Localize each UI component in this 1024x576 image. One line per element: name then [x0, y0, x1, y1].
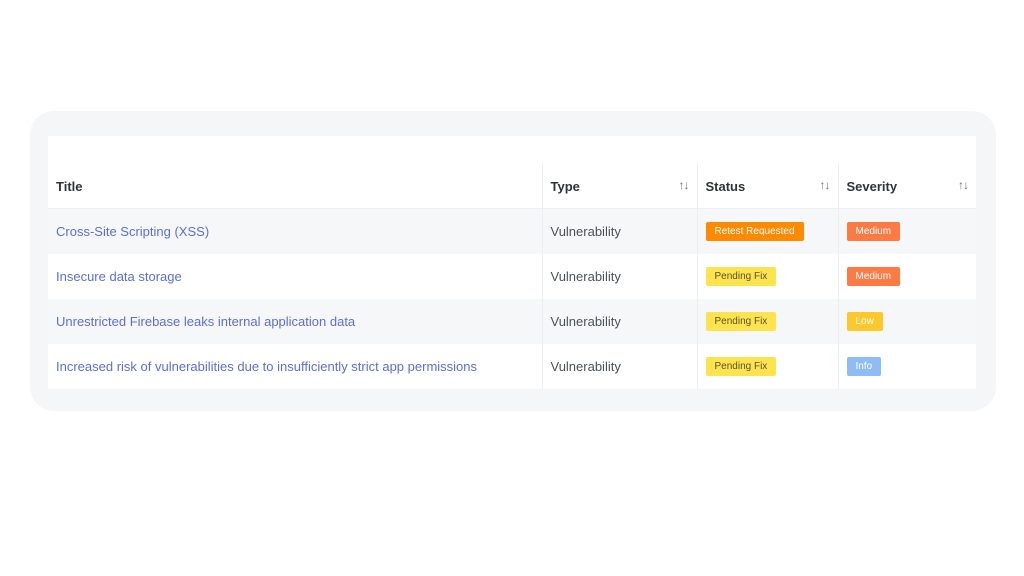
finding-title-link[interactable]: Cross-Site Scripting (XSS) — [56, 224, 209, 239]
findings-table: Title Type ↑↓ Status ↑↓ Severity ↑↓ Cross-S… — [48, 164, 976, 389]
column-header-type-label: Type — [550, 178, 580, 194]
column-header-status-label: Status — [705, 178, 746, 194]
cell-type: Vulnerability — [541, 208, 697, 254]
cell-type: Vulnerability — [541, 344, 697, 389]
cell-title: Insecure data storage — [48, 254, 542, 299]
status-badge: Pending Fix — [705, 267, 777, 286]
finding-title-link[interactable]: Unrestricted Firebase leaks internal app… — [56, 314, 355, 329]
cell-severity: Info — [837, 344, 976, 389]
table-header-row: Title Type ↑↓ Status ↑↓ Severity ↑↓ — [48, 164, 976, 209]
cell-severity: Low — [837, 299, 976, 344]
sort-icon[interactable]: ↑↓ — [820, 178, 831, 192]
cell-severity: Medium — [837, 254, 976, 299]
cell-type: Vulnerability — [541, 254, 697, 299]
severity-badge: Medium — [846, 222, 901, 241]
sort-icon[interactable]: ↑↓ — [958, 178, 969, 192]
table-row[interactable]: Increased risk of vulnerabilities due to… — [48, 344, 976, 389]
severity-badge: Medium — [846, 267, 901, 286]
cell-severity: Medium — [837, 208, 976, 254]
cell-status: Pending Fix — [696, 254, 838, 299]
status-badge: Retest Requested — [705, 222, 804, 241]
table-row[interactable]: Insecure data storage Vulnerability Pend… — [48, 254, 976, 299]
sort-icon[interactable]: ↑↓ — [679, 178, 690, 192]
findings-table-container: Title Type ↑↓ Status ↑↓ Severity ↑↓ Cross-S… — [48, 136, 976, 389]
cell-title: Cross-Site Scripting (XSS) — [48, 208, 542, 254]
status-badge: Pending Fix — [705, 312, 777, 331]
severity-badge: Info — [846, 357, 882, 376]
finding-title-link[interactable]: Insecure data storage — [56, 269, 182, 284]
column-header-title: Title — [48, 164, 542, 209]
cell-status: Retest Requested — [696, 208, 838, 254]
column-header-title-label: Title — [56, 178, 83, 194]
cell-title: Unrestricted Firebase leaks internal app… — [48, 299, 542, 344]
cell-status: Pending Fix — [696, 299, 838, 344]
cell-title: Increased risk of vulnerabilities due to… — [48, 344, 542, 389]
finding-title-link[interactable]: Increased risk of vulnerabilities due to… — [56, 359, 477, 374]
column-header-type[interactable]: Type ↑↓ — [541, 164, 697, 209]
column-header-status[interactable]: Status ↑↓ — [696, 164, 838, 209]
table-row[interactable]: Cross-Site Scripting (XSS) Vulnerability… — [48, 208, 976, 254]
column-header-severity-label: Severity — [846, 178, 898, 194]
table-row[interactable]: Unrestricted Firebase leaks internal app… — [48, 299, 976, 344]
column-header-severity[interactable]: Severity ↑↓ — [837, 164, 976, 209]
cell-status: Pending Fix — [696, 344, 838, 389]
status-badge: Pending Fix — [705, 357, 777, 376]
cell-type: Vulnerability — [541, 299, 697, 344]
severity-badge: Low — [846, 312, 883, 331]
